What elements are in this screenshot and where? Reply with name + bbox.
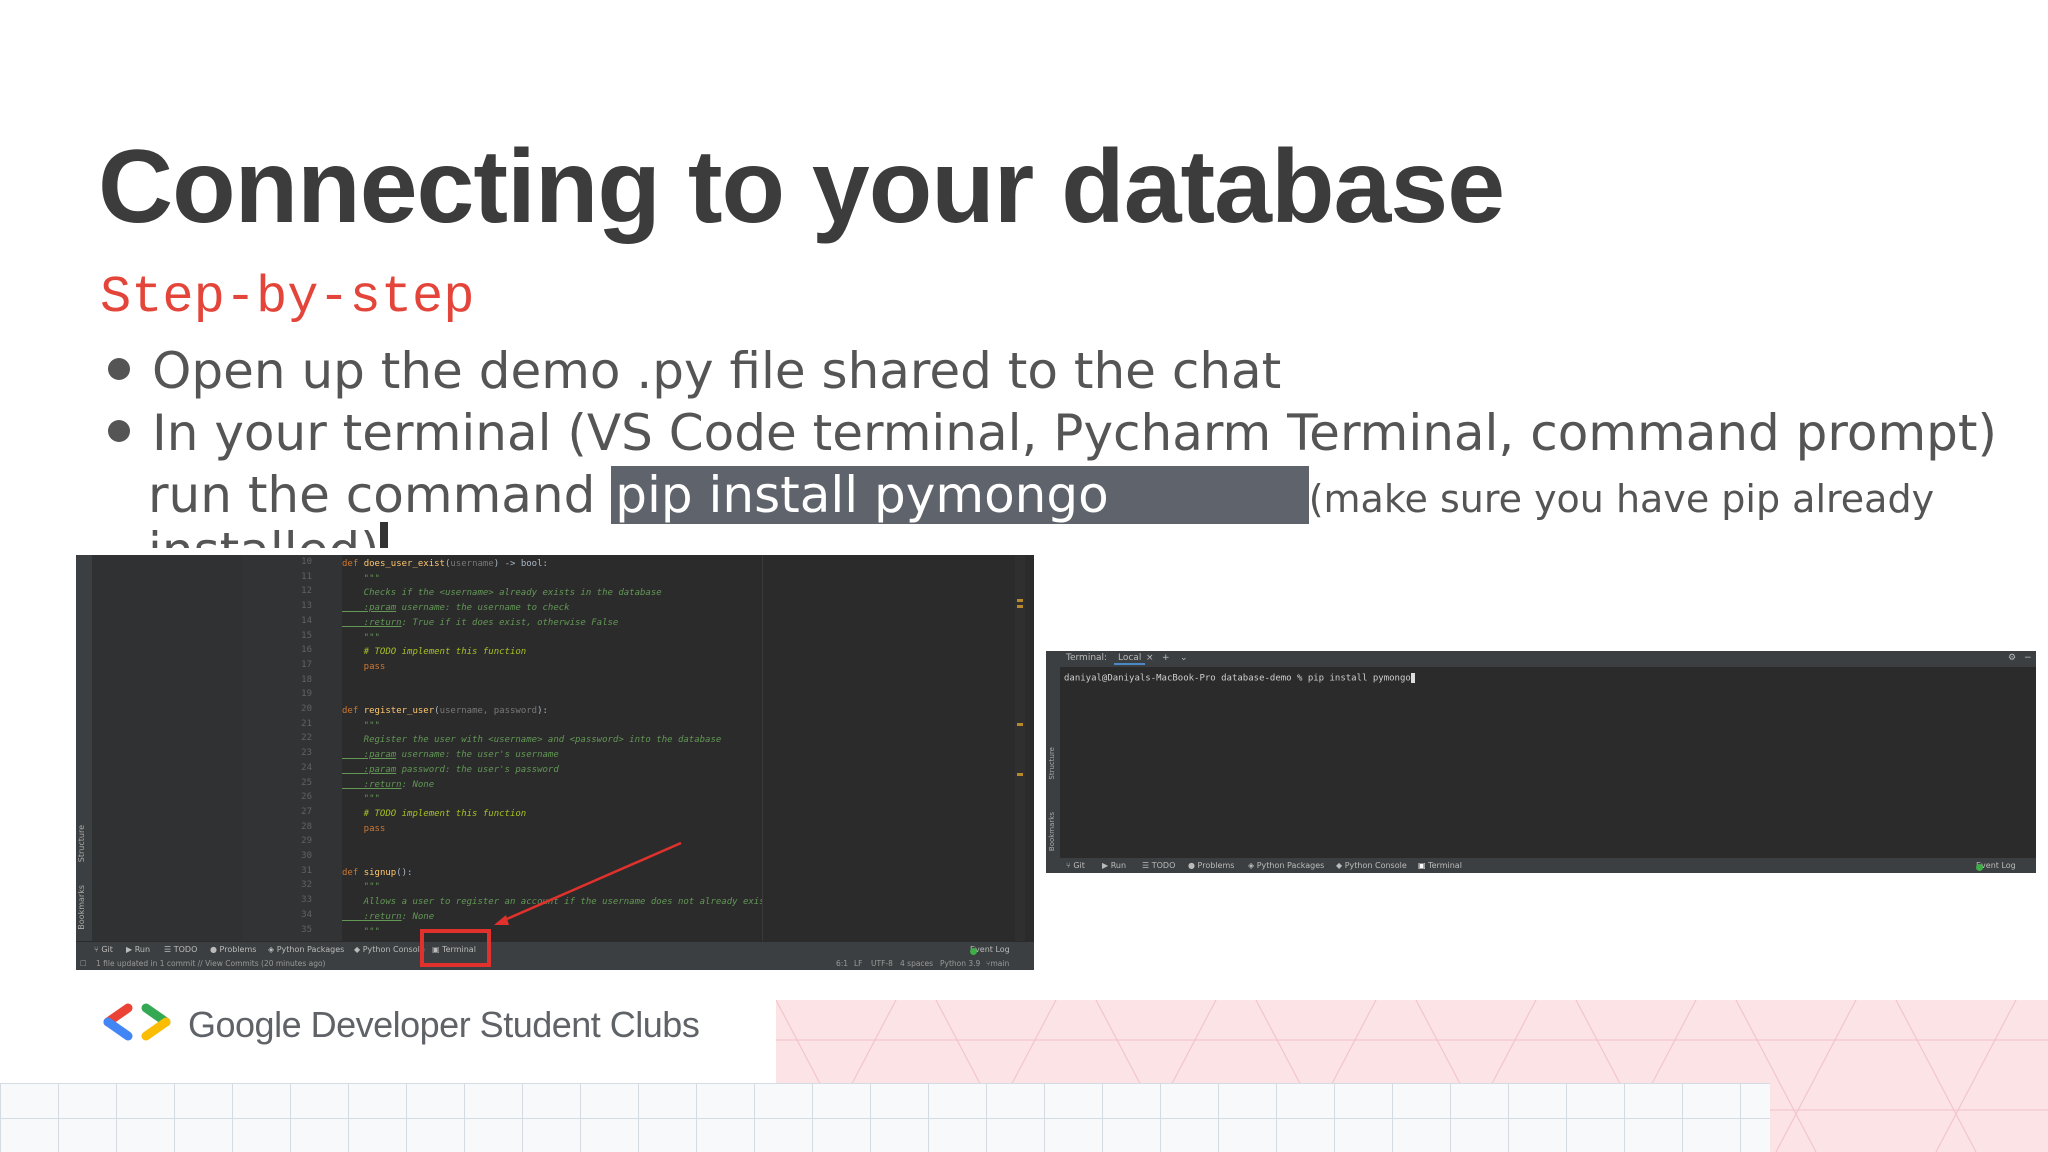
pycharm-editor-screenshot: Structure Bookmarks 10 11 12 13 14 15 16 17 18 19… [76,555,1034,970]
pip-note: (make sure you have pip already [1308,477,1935,521]
terminal-header: Terminal: Local × + ⌄ ⚙ − [1046,651,2036,667]
terminal-command-line[interactable]: daniyal@Daniyals-MacBook-Pro database-de… [1064,673,1415,684]
gdsc-brand-text: Google Developer Student Clubs [188,1004,700,1045]
run-prefix: run the command [148,466,612,524]
text-caret [379,522,388,548]
bullet-item-2-continuation: run the command pip install pymongo (make… [148,466,1934,524]
slide-subtitle: Step-by-step [100,268,475,327]
slide-title: Connecting to your database [98,129,1505,245]
terminal-bottom-toolbar: ⑂ Git ▶ Run ☰ TODO ● Problems ◈ Python P… [1046,858,2036,873]
structure-tab[interactable]: Structure [1048,747,1056,780]
command-highlight[interactable]: pip install pymongo [611,466,1309,524]
decorative-grid-band [0,1083,1770,1152]
terminal-highlight-box [420,929,491,967]
add-terminal-button[interactable]: + [1162,653,1170,663]
pycharm-terminal-screenshot: Terminal: Local × + ⌄ ⚙ − Structure Book… [1046,651,2036,873]
pip-note-continued: installed) [148,522,380,548]
bullet-text: In your terminal (VS Code terminal, Pych… [152,404,1998,462]
toolbar-python-console[interactable]: ◆ Python Console [1336,861,1407,870]
toolbar-python-packages[interactable]: ◈ Python Packages [1248,861,1324,870]
bullet-item-1: Open up the demo .py file shared to the … [108,342,1281,400]
bullet-text: Open up the demo .py file shared to the … [152,342,1282,400]
toolbar-git[interactable]: ⑂ Git [1066,861,1085,870]
close-icon[interactable]: × [1146,653,1154,663]
toolbar-run[interactable]: ▶ Run [1102,861,1126,870]
bookmarks-tab[interactable]: Bookmarks [1048,812,1056,851]
chevron-down-icon[interactable]: ⌄ [1180,653,1188,663]
toolbar-problems[interactable]: ● Problems [1188,861,1234,870]
bullet-item-2-overflow: installed) [148,522,388,548]
bullet-item-2: In your terminal (VS Code terminal, Pych… [108,404,1997,462]
red-arrow-annotation [494,841,682,925]
minimize-icon[interactable]: − [2024,653,2032,663]
terminal-label: Terminal: [1066,653,1108,663]
gdsc-logo-icon [103,1003,171,1041]
toolbar-todo[interactable]: ☰ TODO [1142,861,1175,870]
toolbar-terminal[interactable]: ▣ Terminal [1418,861,1462,870]
bullet-dot [108,419,130,442]
bullet-dot [108,357,130,380]
terminal-tab-local[interactable]: Local [1114,653,1146,665]
event-log[interactable]: Event Log [1976,861,2016,871]
terminal-tool-strip: Structure Bookmarks [1046,667,1060,858]
slide: Connecting to your database Step-by-step… [0,0,2048,1152]
gear-icon[interactable]: ⚙ [2008,653,2016,663]
